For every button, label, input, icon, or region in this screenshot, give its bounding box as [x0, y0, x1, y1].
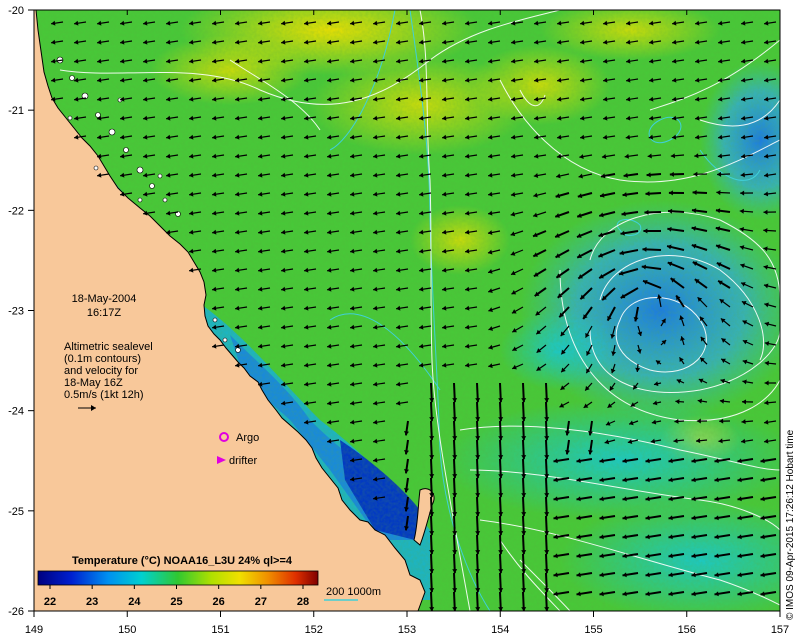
colorbar-tick-label: 22: [44, 596, 56, 608]
lat-tick-label: -21: [8, 105, 24, 117]
note-line-5: 0.5m/s (1kt 12h): [64, 389, 143, 401]
colorbar-tick-label: 26: [213, 596, 225, 608]
time-label: 16:17Z: [87, 307, 122, 319]
lat-tick-label: -26: [8, 606, 24, 618]
colorbar-tick-label: 28: [297, 596, 309, 608]
lat-tick-label: -25: [8, 506, 24, 518]
latitude-axis: -20 -21 -22 -23 -24 -25 -26: [8, 5, 34, 618]
note-line-1: Altimetric sealevel: [64, 341, 153, 353]
lon-tick-label: 151: [211, 624, 229, 636]
lon-tick-label: 156: [678, 624, 696, 636]
lat-tick-label: -20: [8, 5, 24, 17]
drifter-label: drifter: [229, 455, 257, 467]
credit-label: © IMOS 09-Apr-2015 17:26:12 Hobart time: [785, 429, 796, 620]
colorbar-tick-label: 25: [170, 596, 182, 608]
lon-tick-label: 154: [491, 624, 509, 636]
sst-map: 149 150 151 152 153 154 155 156 157 -20 -21 -22 -23…: [8, 5, 796, 636]
lon-tick-label: 150: [118, 624, 136, 636]
note-line-2: (0.1m contours): [64, 353, 141, 365]
lon-tick-label: 155: [584, 624, 602, 636]
depth-label: 200 1000m: [326, 586, 381, 598]
lon-tick-label: 152: [305, 624, 323, 636]
sst-field: [34, 10, 780, 611]
lon-tick-label: 157: [771, 624, 789, 636]
colorbar-title: Temperature (°C) NOAA16_L3U 24% ql>=4: [72, 555, 293, 567]
colorbar-tick-label: 24: [128, 596, 141, 608]
argo-label: Argo: [236, 432, 259, 444]
note-line-3: and velocity for: [64, 365, 138, 377]
date-label: 18-May-2004: [72, 293, 137, 305]
colorbar: [37, 570, 319, 586]
colorbar-tick-label: 23: [86, 596, 98, 608]
lon-tick-label: 153: [398, 624, 416, 636]
lat-tick-label: -24: [8, 406, 24, 418]
note-line-4: 18-May 16Z: [64, 377, 123, 389]
lon-tick-label: 149: [25, 624, 43, 636]
colorbar-tick-label: 27: [255, 596, 267, 608]
lat-tick-label: -23: [8, 306, 24, 318]
lat-tick-label: -22: [8, 205, 24, 217]
